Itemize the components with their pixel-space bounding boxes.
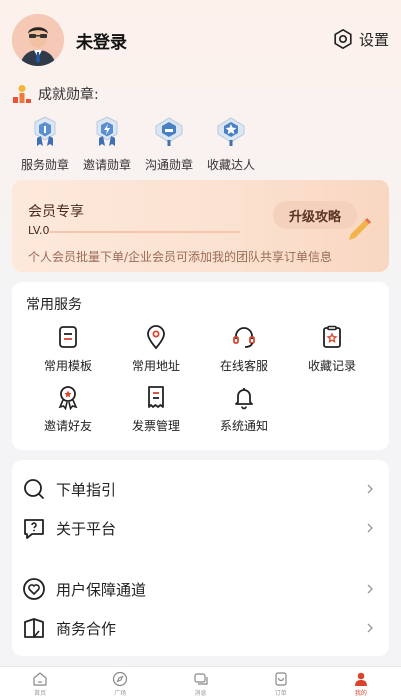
search-icon [24,479,44,499]
medal-icon [96,116,118,146]
settings-button[interactable]: 设置 [332,28,389,50]
tab-label: 订单 [274,690,287,697]
badge-label: 沟通勋章 [144,158,193,172]
common-services-card: 常用服务 常用模板 常用地址 在线客服 收藏记录 邀请好友 发票管理 系统通知 [12,282,389,450]
message-icon [193,673,208,685]
service-invoices[interactable]: 发票管理 [112,384,200,444]
achievements-title: 成就勋章: [38,87,99,103]
tab-label: 首页 [34,690,47,697]
service-label: 在线客服 [219,359,268,373]
menu-label: 下单指引 [56,480,117,499]
service-addresses[interactable]: 常用地址 [112,324,200,384]
chevron-right-icon [367,584,373,594]
service-label: 常用地址 [131,359,180,373]
user-name[interactable]: 未登录 [76,28,127,53]
badge-communication[interactable]: 沟通勋章 [138,114,200,173]
menu-label: 关于平台 [56,519,117,538]
badge-list: 服务勋章 邀请勋章 沟通勋章 收藏达人 [14,114,262,173]
invite-icon [58,386,78,410]
location-icon [147,325,165,350]
invoice-icon [148,386,164,408]
tab-home[interactable]: 首页 [0,667,80,700]
home-icon [33,672,47,686]
tab-label: 我的 [354,690,367,697]
menu-label: 商务合作 [56,619,117,638]
service-templates[interactable]: 常用模板 [24,324,112,384]
tab-square[interactable]: 广场 [80,667,160,700]
menu-card: 下单指引 关于平台 用户保障通道 商务合作 [12,460,389,656]
vip-progress-bar [50,231,240,233]
question-icon [24,519,44,539]
service-label: 发票管理 [131,419,180,433]
medal-icon [34,116,56,146]
service-invite-friends[interactable]: 邀请好友 [24,384,112,444]
badge-label: 邀请勋章 [82,158,131,172]
badge-label: 收藏达人 [206,158,255,172]
gear-icon [334,29,352,49]
profile-header: 未登录 设置 [0,0,401,80]
menu-item-about[interactable]: 关于平台 [12,508,389,548]
bell-icon [235,388,253,410]
menu-item-order-guide[interactable]: 下单指引 [12,469,389,509]
service-notifications[interactable]: 系统通知 [200,384,288,444]
badge-invite[interactable]: 邀请勋章 [76,114,138,173]
bottom-tab-bar: 首页 广场 消息 订单 我的 [0,666,401,700]
services-grid: 常用模板 常用地址 在线客服 收藏记录 邀请好友 发票管理 系统通知 [24,324,377,444]
chevron-right-icon [367,484,373,494]
badge-service[interactable]: 服务勋章 [14,114,76,173]
order-icon [275,672,287,686]
heart-shield-icon [23,578,45,600]
service-label: 收藏记录 [307,359,356,373]
profile-icon [354,672,367,686]
service-label: 邀请好友 [43,419,92,433]
trophy-icon [13,85,31,103]
compass-icon [113,671,128,687]
template-icon [59,326,77,348]
chevron-right-icon [367,623,373,633]
tab-profile[interactable]: 我的 [321,667,401,700]
vip-description: 个人会员批量下单/企业会员可添加我的团队共享订单信息 [28,250,333,264]
vip-title: 会员专享 [28,204,84,220]
headset-icon [233,327,255,348]
services-title: 常用服务 [26,297,82,313]
tab-orders[interactable]: 订单 [241,667,321,700]
book-icon [24,618,44,638]
tab-messages[interactable]: 消息 [160,667,240,700]
tab-label: 消息 [194,690,207,697]
service-favorites[interactable]: 收藏记录 [288,324,376,384]
badge-label: 服务勋章 [20,158,69,172]
badge-collector[interactable]: 收藏达人 [200,114,262,173]
service-label: 常用模板 [43,359,92,373]
settings-label: 设置 [358,30,389,49]
achievements-header: 成就勋章: [12,84,99,104]
medal-icon [155,117,183,146]
favorites-icon [323,325,341,348]
menu-item-user-protection[interactable]: 用户保障通道 [12,569,389,609]
service-label: 系统通知 [219,419,268,433]
tab-label: 广场 [114,690,127,697]
service-support[interactable]: 在线客服 [200,324,288,384]
pencil-icon [349,218,371,240]
vip-level: LV.0 [28,224,50,237]
user-avatar-icon[interactable] [12,14,64,66]
vip-card[interactable]: 会员专享 LV.0 升级攻略 个人会员批量下单/企业会员可添加我的团队共享订单信… [12,180,389,272]
menu-item-business[interactable]: 商务合作 [12,608,389,648]
medal-icon [217,117,245,146]
chevron-right-icon [367,523,373,533]
menu-label: 用户保障通道 [56,580,147,599]
